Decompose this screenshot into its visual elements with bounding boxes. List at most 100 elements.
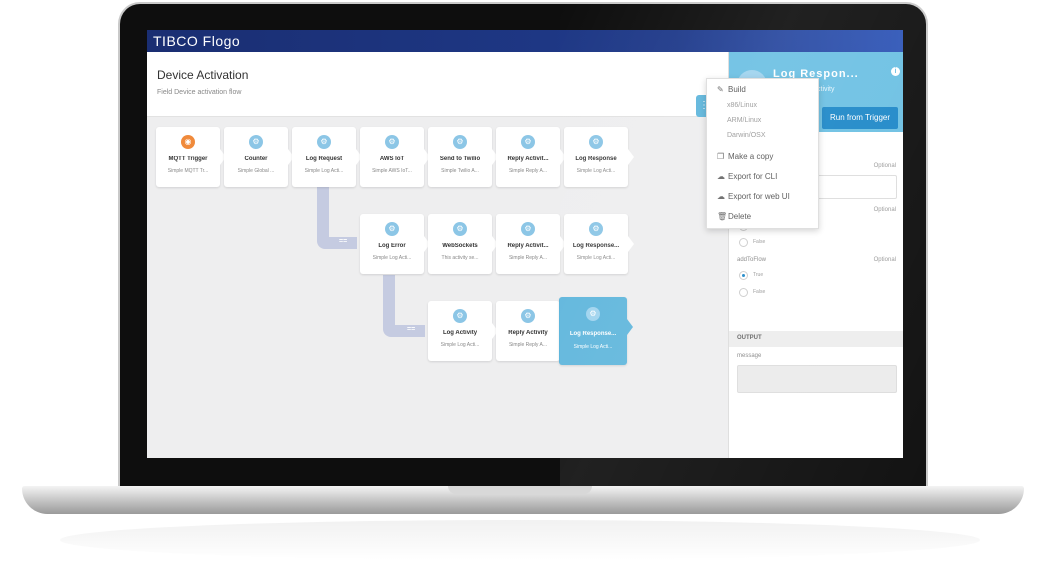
menu-label: Build bbox=[728, 85, 746, 94]
output-label: OUTPUT bbox=[737, 335, 762, 341]
pencil-icon: ✎ bbox=[717, 85, 724, 94]
tile-name: Log Response... bbox=[569, 331, 617, 337]
laptop-notch bbox=[448, 486, 592, 494]
flow-tile[interactable]: ⚙ Counter Simple Global ... bbox=[224, 127, 294, 187]
flow-tile[interactable]: ⚙ AWS IoT Simple AWS IoT... bbox=[360, 127, 430, 187]
flow-tile[interactable]: ⚙ Reply Activity Simple Reply A... bbox=[496, 301, 566, 361]
tile-subtitle: This activity se... bbox=[441, 255, 479, 261]
menu-label: Export for CLI bbox=[728, 172, 778, 181]
top-bar: TIBCO Flogo bbox=[147, 30, 903, 52]
radio-label-false: False bbox=[753, 289, 766, 295]
flow-tile[interactable]: ⚙ Log Error Simple Log Acti... bbox=[360, 214, 430, 274]
flow-title[interactable]: Device Activation bbox=[157, 68, 248, 82]
tile-subtitle: Simple Log Acti... bbox=[372, 255, 412, 261]
tile-subtitle: Simple Reply A... bbox=[508, 342, 548, 348]
activity-icon: ⚙ bbox=[453, 135, 467, 149]
app-screen: TIBCO Flogo Device Activation Field Devi… bbox=[147, 30, 903, 458]
activity-icon: ⚙ bbox=[385, 135, 399, 149]
tile-name: Reply Activit... bbox=[507, 243, 549, 249]
tile-subtitle: Simple AWS IoT... bbox=[372, 168, 412, 174]
tile-subtitle: Simple Log Acti... bbox=[576, 255, 616, 261]
flow-tile[interactable]: ⚙ Send to Twilio Simple Twilio A... bbox=[428, 127, 498, 187]
tile-name: Log Response bbox=[575, 156, 617, 162]
tile-name: Counter bbox=[244, 156, 268, 162]
tile-subtitle: Simple Log Acti... bbox=[576, 168, 616, 174]
activity-icon: ⚙ bbox=[453, 222, 467, 236]
menu-item-target[interactable]: ARM/Linux bbox=[727, 117, 761, 124]
tile-subtitle: Simple Reply A... bbox=[508, 255, 548, 261]
menu-item-target[interactable]: x86/Linux bbox=[727, 102, 757, 109]
message-field[interactable] bbox=[737, 365, 897, 393]
menu-item-target[interactable]: Darwin/OSX bbox=[727, 132, 766, 139]
activity-icon: ⚙ bbox=[453, 309, 467, 323]
flow-options-menu: ✎ Build x86/Linux ARM/Linux Darwin/OSX ❐ M… bbox=[706, 78, 819, 229]
activity-icon: ⚙ bbox=[521, 309, 535, 323]
mqtt-icon: ◉ bbox=[181, 135, 195, 149]
output-section-header: OUTPUT bbox=[729, 331, 903, 347]
flow-tile[interactable]: ⚙ Reply Activit... Simple Reply A... bbox=[496, 214, 566, 274]
tile-subtitle: Simple MQTT Tr... bbox=[167, 168, 209, 174]
flow-tile[interactable]: ⚙ Log Response Simple Log Acti... bbox=[564, 127, 634, 187]
optional-label: Optional bbox=[873, 163, 896, 169]
menu-label: Make a copy bbox=[728, 152, 774, 161]
menu-item-copy[interactable]: ❐ Make a copy bbox=[717, 152, 773, 161]
branch-connector bbox=[383, 325, 425, 337]
menu-label: Export for web UI bbox=[728, 192, 790, 201]
branch-marker: == bbox=[339, 238, 348, 245]
activity-icon: ⚙ bbox=[385, 222, 399, 236]
menu-item-build[interactable]: ✎ Build bbox=[717, 85, 746, 94]
radio-true[interactable] bbox=[739, 271, 748, 280]
radio-false[interactable] bbox=[739, 238, 748, 247]
radio-label-true: True bbox=[753, 272, 764, 278]
activity-icon: ⚙ bbox=[589, 222, 603, 236]
flow-tile[interactable]: ⚙ WebSockets This activity se... bbox=[428, 214, 498, 274]
tile-subtitle: Simple Log Acti... bbox=[304, 168, 344, 174]
info-icon[interactable]: i bbox=[891, 67, 900, 76]
flow-tile[interactable]: ⚙ Log Activity Simple Log Acti... bbox=[428, 301, 498, 361]
tile-name: WebSockets bbox=[442, 243, 478, 249]
tile-name: Log Request bbox=[305, 156, 343, 162]
flow-tile[interactable]: ◉ MQTT Trigger Simple MQTT Tr... bbox=[156, 127, 226, 187]
flow-description[interactable]: Field Device activation flow bbox=[157, 89, 241, 96]
radio-false[interactable] bbox=[739, 288, 748, 297]
tile-name: Log Error bbox=[378, 243, 406, 249]
menu-label: Delete bbox=[728, 212, 752, 221]
tile-name: MQTT Trigger bbox=[168, 156, 208, 162]
radio-label-false: False bbox=[753, 239, 766, 245]
menu-item-delete[interactable]: 🗑Delete bbox=[717, 212, 751, 221]
optional-label: Optional bbox=[873, 257, 896, 263]
activity-icon: ⚙ bbox=[586, 307, 600, 321]
activity-icon: ⚙ bbox=[317, 135, 331, 149]
panel-subtitle: ctivity bbox=[817, 86, 835, 93]
menu-item-export-cli[interactable]: ☁ Export for CLI bbox=[717, 172, 777, 181]
tile-subtitle: Simple Global ... bbox=[237, 168, 275, 174]
flow-tile[interactable]: ⚙ Log Request Simple Log Acti... bbox=[292, 127, 362, 187]
tile-subtitle: Simple Log Acti... bbox=[573, 344, 613, 350]
flow-tile[interactable]: ⚙ Log Response... Simple Log Acti... bbox=[564, 214, 634, 274]
field-label-addtoflow: addToFlow bbox=[737, 257, 767, 263]
brand-logo[interactable]: TIBCO Flogo bbox=[153, 33, 240, 49]
tile-name: Reply Activit... bbox=[507, 156, 549, 162]
cloud-download-icon: ☁ bbox=[717, 172, 725, 181]
flow-canvas[interactable]: == == ◉ MQTT Trigger Simple MQTT Tr... ⚙… bbox=[147, 117, 728, 458]
flow-tile-selected[interactable]: ⚙ Log Response... Simple Log Acti... bbox=[559, 297, 633, 365]
trash-icon: 🗑 bbox=[717, 212, 728, 221]
tile-name: AWS IoT bbox=[379, 156, 405, 162]
tile-name: Reply Activity bbox=[508, 330, 548, 336]
copy-icon: ❐ bbox=[717, 152, 725, 161]
cloud-download-icon: ☁ bbox=[717, 192, 725, 201]
tile-subtitle: Simple Log Acti... bbox=[440, 342, 480, 348]
tile-subtitle: Simple Twilio A... bbox=[441, 168, 479, 174]
tile-name: Log Response... bbox=[572, 243, 620, 249]
menu-item-export-web[interactable]: ☁ Export for web UI bbox=[717, 192, 790, 201]
run-from-trigger-button[interactable]: Run from Trigger bbox=[822, 107, 898, 129]
branch-marker: == bbox=[407, 326, 416, 333]
output-field-label: message bbox=[737, 353, 762, 359]
laptop-reflection bbox=[60, 520, 980, 560]
tile-name: Send to Twilio bbox=[439, 156, 481, 162]
activity-icon: ⚙ bbox=[521, 135, 535, 149]
activity-icon: ⚙ bbox=[589, 135, 603, 149]
activity-icon: ⚙ bbox=[249, 135, 263, 149]
tile-name: Log Activity bbox=[442, 330, 478, 336]
flow-tile[interactable]: ⚙ Reply Activit... Simple Reply A... bbox=[496, 127, 566, 187]
